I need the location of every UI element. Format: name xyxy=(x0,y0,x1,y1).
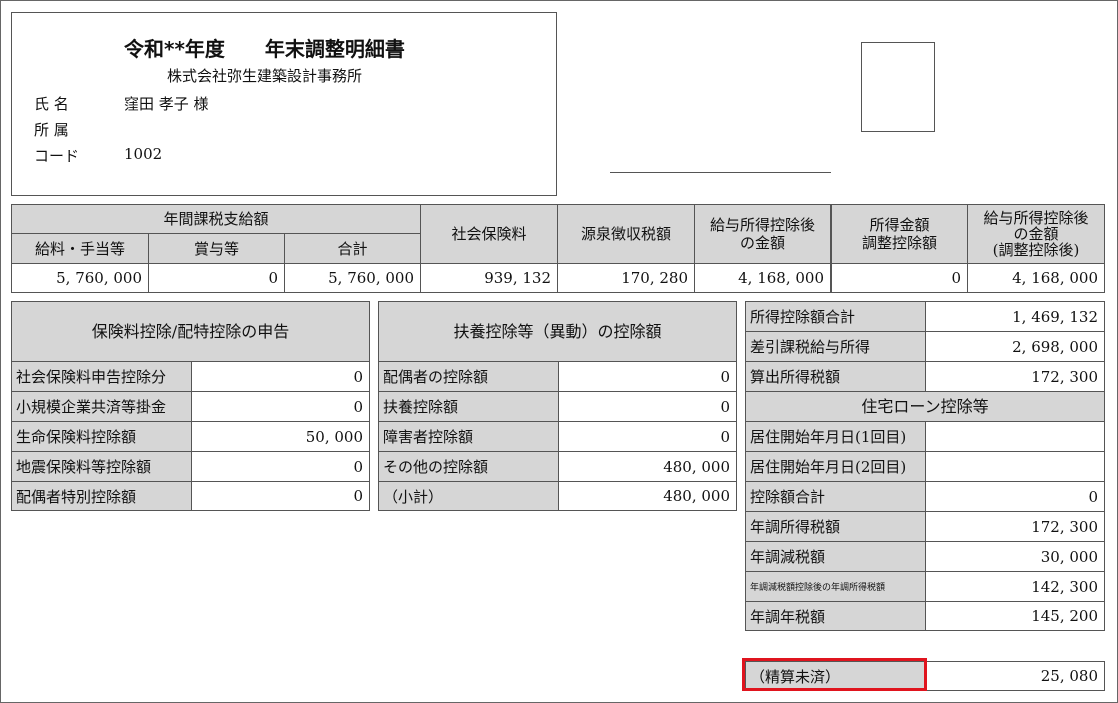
insurance-row-value: 0 xyxy=(191,361,370,392)
right-row-label: 控除額合計 xyxy=(745,481,926,512)
col-social-header: 社会保険料 xyxy=(420,204,558,264)
after-adjust-value: 4, 168, 000 xyxy=(967,263,1105,293)
social-value: 939, 132 xyxy=(420,263,558,293)
col-total-header: 合計 xyxy=(284,233,421,264)
col-after-deduction-header: 給与所得控除後 の金額 xyxy=(694,204,831,264)
insurance-header: 保険料控除/配特控除の申告 xyxy=(11,301,370,362)
name-value: 窪田 孝子 様 xyxy=(124,95,209,113)
insurance-row-label: 生命保険料控除額 xyxy=(11,421,192,452)
right-row-value: 145, 200 xyxy=(925,601,1105,631)
col-adjust-line1: 所得金額 xyxy=(869,216,930,234)
settlement-highlight xyxy=(742,658,927,691)
right-row-label: 年調減税額 xyxy=(745,541,926,572)
dependents-row-label: 配偶者の控除額 xyxy=(378,361,559,392)
dependents-row-label: 障害者控除額 xyxy=(378,421,559,452)
insurance-row-value: 50, 000 xyxy=(191,421,370,452)
signature-line xyxy=(610,172,831,173)
document-title: 令和**年度 年末調整明細書 xyxy=(124,37,405,61)
dependents-row-label: （小計） xyxy=(378,481,559,511)
insurance-row-value: 0 xyxy=(191,451,370,482)
col-bonus-header: 賞与等 xyxy=(148,233,285,264)
col-adjust-line2: 調整控除額 xyxy=(861,234,937,252)
right-row-value: 142, 300 xyxy=(925,571,1105,602)
insurance-row-label: 小規模企業共済等掛金 xyxy=(11,391,192,422)
salary-value: 5, 760, 000 xyxy=(11,263,149,293)
col-adjust-header: 所得金額 調整控除額 xyxy=(831,204,968,264)
company-name: 株式会社弥生建築設計事務所 xyxy=(167,67,363,85)
after-deduction-value: 4, 168, 000 xyxy=(694,263,831,293)
dependents-row-value: 0 xyxy=(558,421,737,452)
right-row-value: 30, 000 xyxy=(925,541,1105,572)
right-row-label: 居住開始年月日(2回目) xyxy=(745,451,926,482)
adjust-value: 0 xyxy=(831,263,968,293)
affiliation-label: 所 属 xyxy=(34,121,69,139)
dependents-row-label: その他の控除額 xyxy=(378,451,559,482)
insurance-row-label: 社会保険料申告控除分 xyxy=(11,361,192,392)
col-after-adjust-line3: (調整控除後) xyxy=(992,241,1080,259)
right-row-value: 0 xyxy=(925,481,1105,512)
dependents-row-value: 0 xyxy=(558,391,737,422)
dependents-row-label: 扶養控除額 xyxy=(378,391,559,422)
right-row-value: 172, 300 xyxy=(925,361,1105,392)
right-row-label: 所得控除額合計 xyxy=(745,301,926,332)
right-row-label: 居住開始年月日(1回目) xyxy=(745,421,926,452)
col-salary-header: 給料・手当等 xyxy=(11,233,149,264)
right-row-label: 算出所得税額 xyxy=(745,361,926,392)
name-label: 氏 名 xyxy=(34,95,69,113)
dependents-row-value: 480, 000 xyxy=(558,481,737,511)
insurance-row-value: 0 xyxy=(191,391,370,422)
insurance-row-label: 配偶者特別控除額 xyxy=(11,481,192,511)
summary-group-header: 年間課税支給額 xyxy=(11,204,421,234)
right-row-label: 差引課税給与所得 xyxy=(745,331,926,362)
code-value: 1002 xyxy=(124,145,163,163)
col-after-deduction-line1: 給与所得控除後 xyxy=(709,216,815,234)
dependents-row-value: 480, 000 xyxy=(558,451,737,482)
dependents-header: 扶養控除等（異動）の控除額 xyxy=(378,301,737,362)
right-row-value xyxy=(925,421,1105,452)
right-row-label: 年調所得税額 xyxy=(745,511,926,542)
col-after-adjust-line1: 給与所得控除後 xyxy=(983,209,1089,227)
code-label: コード xyxy=(34,147,80,165)
header-box: 令和**年度 年末調整明細書 株式会社弥生建築設計事務所 氏 名 窪田 孝子 様… xyxy=(11,12,557,196)
bonus-value: 0 xyxy=(148,263,285,293)
right-row-label: 年調年税額 xyxy=(745,601,926,631)
right-row-value: 1, 469, 132 xyxy=(925,301,1105,332)
dependents-row-value: 0 xyxy=(558,361,737,392)
col-after-deduction-line2: の金額 xyxy=(739,234,785,252)
withholding-value: 170, 280 xyxy=(557,263,695,293)
housing-loan-header: 住宅ローン控除等 xyxy=(745,391,1105,422)
settlement-value: 25, 080 xyxy=(925,661,1105,691)
col-after-adjust-header: 給与所得控除後 の金額 (調整控除後) xyxy=(967,204,1105,264)
insurance-row-label: 地震保険料等控除額 xyxy=(11,451,192,482)
right-row-label: 年調減税額控除後の年調所得税額 xyxy=(745,571,926,602)
right-row-value xyxy=(925,451,1105,482)
right-row-value: 172, 300 xyxy=(925,511,1105,542)
col-after-adjust-line2: の金額 xyxy=(1013,225,1059,243)
total-value: 5, 760, 000 xyxy=(284,263,421,293)
right-row-value: 2, 698, 000 xyxy=(925,331,1105,362)
seal-box xyxy=(861,42,935,132)
col-withholding-header: 源泉徴収税額 xyxy=(557,204,695,264)
insurance-row-value: 0 xyxy=(191,481,370,511)
